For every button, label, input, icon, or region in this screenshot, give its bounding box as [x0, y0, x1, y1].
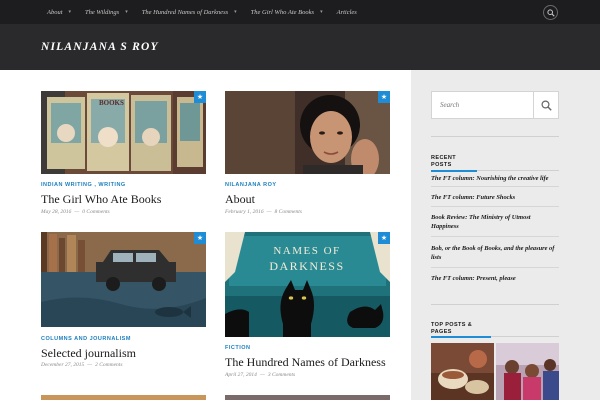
- sidebar-search-form: [431, 91, 559, 119]
- recent-post-link[interactable]: The FT column: Future Shocks: [431, 193, 559, 202]
- nav-item-the-wildings[interactable]: The Wildings ▾: [85, 9, 128, 16]
- post-meta: April 27, 2014—3 Comments: [225, 372, 296, 378]
- heading-accent-bar: [431, 170, 477, 172]
- top-post-thumbnail-tea[interactable]: [431, 343, 494, 400]
- divider: [431, 186, 559, 187]
- search-icon: [547, 9, 555, 17]
- svg-text:BOOKS: BOOKS: [99, 99, 124, 107]
- post-thumbnail-next[interactable]: [225, 395, 390, 400]
- post-date: April 27, 2014: [225, 372, 257, 378]
- post-category[interactable]: FICTION: [225, 345, 251, 351]
- nav-search-button[interactable]: [543, 5, 558, 20]
- recent-post-link[interactable]: Book Review: The Ministry of Utmost Happ…: [431, 213, 559, 231]
- widget-heading-top-posts: TOP POSTS & PAGES: [431, 322, 473, 335]
- cover-title-line2: DARKNESS: [269, 259, 344, 273]
- post-date: December 27, 2015: [41, 362, 85, 368]
- post-thumbnail-books-image[interactable]: BOOKS ★: [41, 91, 206, 174]
- recent-post-link[interactable]: Bob, or the Book of Books, and the pleas…: [431, 244, 559, 262]
- post-meta: December 27, 2015—2 Comments: [41, 362, 123, 368]
- search-icon: [541, 99, 552, 111]
- chevron-down-icon: ▾: [234, 10, 237, 15]
- post-comments-link[interactable]: 8 Comments: [275, 209, 302, 215]
- site-title[interactable]: NILANJANA S ROY: [41, 41, 159, 53]
- nav-item-label: The Girl Who Ate Books: [250, 8, 315, 16]
- post-comments-link[interactable]: 0 Comments: [82, 209, 109, 215]
- recent-post-link[interactable]: The FT column: Nourishing the creative l…: [431, 174, 559, 183]
- post-meta: May 28, 2016—0 Comments: [41, 209, 110, 215]
- post-meta: February 1, 2016—8 Comments: [225, 209, 302, 215]
- widget-heading-recent-posts: RECENT POSTS: [431, 155, 457, 168]
- post-category[interactable]: NILANJANA ROY: [225, 182, 277, 188]
- post-title[interactable]: Selected journalism: [41, 346, 136, 361]
- cover-title-line1: NAMES OF: [273, 245, 340, 257]
- nav-item-hundred-names[interactable]: The Hundred Names of Darkness ▾: [142, 9, 237, 16]
- post-date: February 1, 2016: [225, 209, 264, 215]
- nav-item-label: Articles: [336, 8, 357, 16]
- divider: [431, 236, 559, 237]
- nav-item-label: The Wildings: [85, 8, 120, 16]
- post-thumbnail-next[interactable]: [41, 395, 206, 400]
- chevron-down-icon: ▾: [125, 10, 128, 15]
- divider: [431, 304, 559, 305]
- top-navigation: About ▾ The Wildings ▾ The Hundred Names o…: [0, 0, 600, 24]
- post-comments-link[interactable]: 3 Comments: [268, 372, 295, 378]
- post-thumbnail-car-collage[interactable]: ★: [41, 232, 206, 327]
- star-icon: ★: [194, 91, 206, 103]
- star-icon: ★: [194, 232, 206, 244]
- divider: [491, 336, 559, 337]
- divider: [477, 170, 559, 171]
- star-icon: ★: [378, 232, 390, 244]
- post-thumbnail-author-portrait[interactable]: ★: [225, 91, 390, 174]
- divider: [431, 267, 559, 268]
- post-card: ★ NILANJANA ROY About February 1, 2016—8…: [225, 91, 390, 231]
- post-thumbnail-book-cover[interactable]: NAMES OF DARKNESS ★: [225, 232, 390, 337]
- nav-item-label: The Hundred Names of Darkness: [141, 8, 229, 16]
- search-submit-button[interactable]: [533, 92, 559, 118]
- divider: [431, 206, 559, 207]
- post-card: BOOKS ★ INDIAN WRITING , WRITING The Gir…: [41, 91, 206, 231]
- nav-item-about[interactable]: About ▾: [47, 9, 71, 16]
- post-card: NAMES OF DARKNESS ★ FICTION The Hundred …: [225, 232, 390, 382]
- star-icon: ★: [378, 91, 390, 103]
- chevron-down-icon: ▾: [320, 10, 323, 15]
- post-title[interactable]: The Hundred Names of Darkness: [225, 355, 386, 370]
- post-card: ★ COLUMNS AND JOURNALISM Selected journa…: [41, 232, 206, 372]
- chevron-down-icon: ▾: [68, 10, 72, 15]
- recent-post-link[interactable]: The FT column: Present, please: [431, 274, 559, 283]
- search-input[interactable]: [432, 92, 527, 118]
- sidebar: RECENT POSTS The FT column: Nourishing t…: [411, 70, 600, 400]
- post-category[interactable]: INDIAN WRITING , WRITING: [41, 182, 126, 188]
- post-date: May 28, 2016: [41, 209, 72, 215]
- nav-menu: About ▾ The Wildings ▾ The Hundred Names o…: [47, 0, 371, 24]
- top-post-thumbnail-people[interactable]: [496, 343, 559, 400]
- post-title[interactable]: About: [225, 192, 255, 207]
- post-category[interactable]: COLUMNS AND JOURNALISM: [41, 336, 131, 342]
- nav-item-label: About: [47, 8, 63, 16]
- heading-accent-bar: [431, 336, 491, 338]
- post-title[interactable]: The Girl Who Ate Books: [41, 192, 161, 207]
- nav-item-girl-who-ate-books[interactable]: The Girl Who Ate Books ▾: [251, 9, 323, 16]
- nav-item-articles[interactable]: Articles: [337, 9, 357, 16]
- site-header: NILANJANA S ROY: [0, 24, 600, 70]
- divider: [431, 136, 559, 137]
- post-comments-link[interactable]: 2 Comments: [95, 362, 122, 368]
- main-content: BOOKS ★ INDIAN WRITING , WRITING The Gir…: [0, 70, 411, 400]
